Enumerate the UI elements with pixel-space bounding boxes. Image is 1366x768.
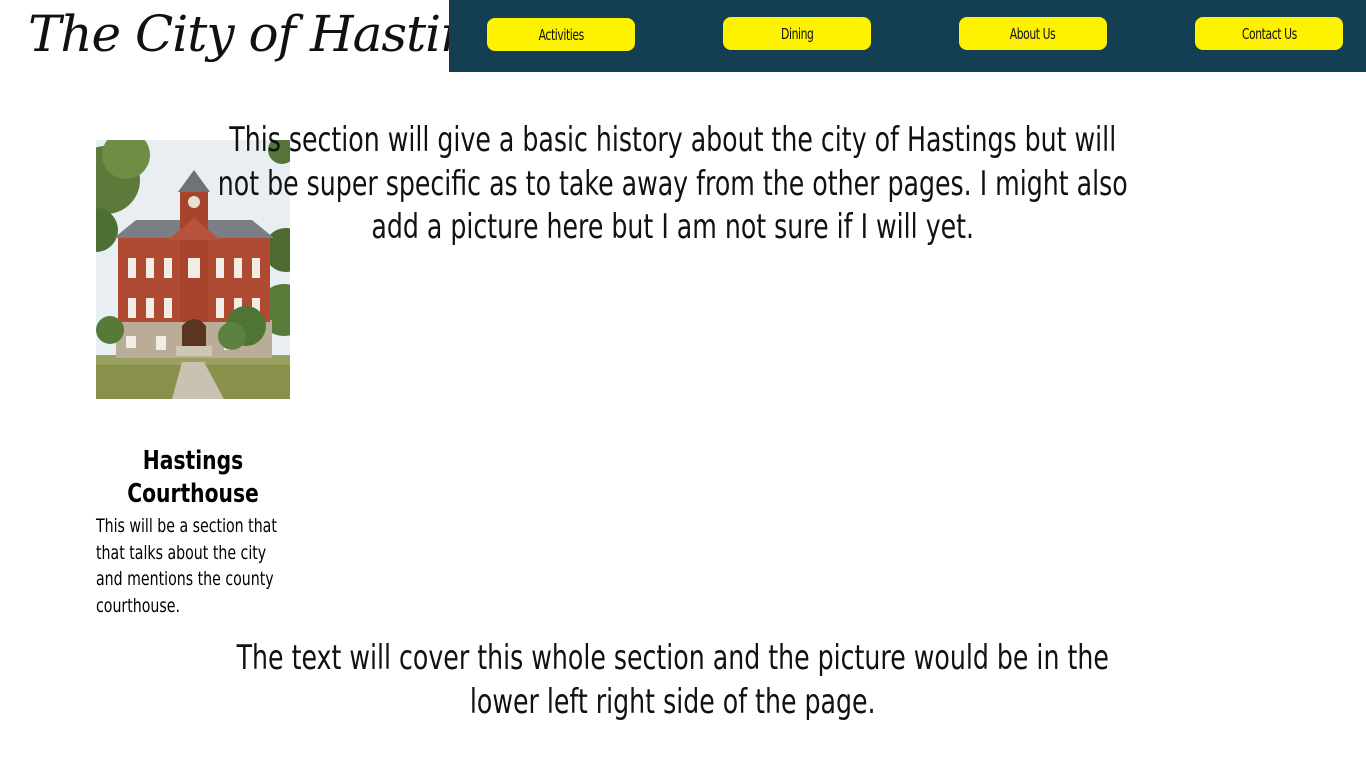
nav-button-activities[interactable]: Activities <box>487 18 635 51</box>
caption-title-line1: Hastings <box>142 446 244 476</box>
footer-note: The text will cover this whole section a… <box>236 638 1109 722</box>
nav-button-dining[interactable]: Dining <box>723 17 871 50</box>
nav-button-label: Dining <box>780 24 814 43</box>
caption-text: This will be a section that that talks a… <box>96 515 277 617</box>
main-nav: Activities Dining About Us Contact Us <box>449 0 1366 72</box>
nav-button-label: Activities <box>538 25 584 44</box>
intro-paragraph-container: This section will give a basic history a… <box>218 119 1298 250</box>
logo-area: The City of Hastings <box>0 0 449 72</box>
nav-button-contact-us[interactable]: Contact Us <box>1195 17 1343 50</box>
caption-title: Hastings Courthouse <box>117 445 268 511</box>
nav-button-label: Contact Us <box>1241 24 1297 43</box>
footer-note-container: The text will cover this whole section a… <box>237 637 1298 724</box>
intro-paragraph: This section will give a basic history a… <box>217 120 1128 247</box>
nav-button-about-us[interactable]: About Us <box>959 17 1107 50</box>
caption-title-line2: Courthouse <box>127 479 259 509</box>
site-logo[interactable]: The City of Hastings <box>28 4 449 64</box>
nav-button-label: About Us <box>1010 24 1056 43</box>
site-header: The City of Hastings Activities Dining A… <box>0 0 1366 72</box>
